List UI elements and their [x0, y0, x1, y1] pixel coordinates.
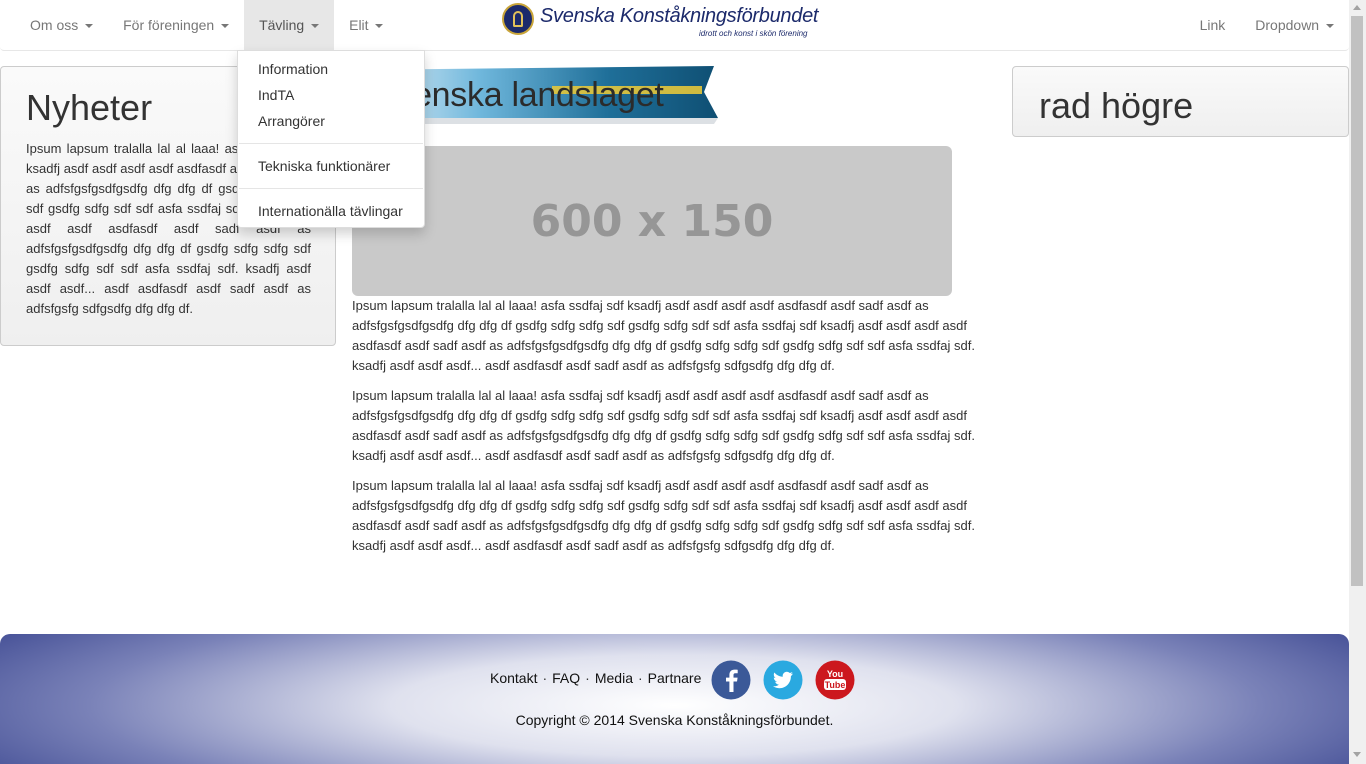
- content-paragraph: Ipsum lapsum tralalla lal al laaa! asfa …: [352, 388, 975, 463]
- nav-item-label: Tävling: [259, 17, 305, 33]
- footer-link-kontakt[interactable]: Kontakt: [490, 670, 537, 686]
- menu-item-tekniska-funktionarer[interactable]: Tekniska funktionärer: [258, 158, 390, 174]
- caret-down-icon: [85, 24, 94, 29]
- brand-logo[interactable]: Svenska Konståkningsförbundet idrott och…: [502, 3, 847, 47]
- scroll-down-arrow-icon[interactable]: [1353, 752, 1361, 757]
- nav-item-dropdown[interactable]: Dropdown: [1240, 0, 1349, 50]
- brand-title: Svenska Konståkningsförbundet: [540, 5, 819, 27]
- footer-link-partnare[interactable]: Partnare: [648, 670, 702, 686]
- top-navbar: Om oss För föreningen Tävling Elit Svens…: [0, 0, 1349, 51]
- scroll-up-arrow-icon[interactable]: [1353, 5, 1361, 10]
- seal-icon: [502, 3, 534, 35]
- nav-item-tavling[interactable]: Tävling: [244, 0, 335, 50]
- nav-item-elit[interactable]: Elit: [334, 0, 398, 50]
- news-title: Nyheter: [26, 87, 153, 128]
- right-panel-title: rad högre: [1039, 85, 1194, 126]
- nav-item-for-foreningen[interactable]: För föreningen: [108, 0, 244, 50]
- nav-item-label: Om oss: [30, 17, 79, 33]
- nav-item-label: Elit: [349, 17, 369, 33]
- footer-separator: ·: [585, 670, 590, 686]
- footer-link-faq[interactable]: FAQ: [552, 670, 580, 686]
- content-paragraph: Ipsum lapsum tralalla lal al laaa! asfa …: [352, 478, 975, 553]
- content-paragraph: Ipsum lapsum tralalla lal al laaa! asfa …: [352, 298, 975, 373]
- placeholder-label: 600 x 150: [530, 195, 774, 247]
- caret-down-icon: [1326, 24, 1334, 29]
- nav-left-group: Om oss För föreningen Tävling Elit: [15, 0, 398, 50]
- nav-item-label: För föreningen: [123, 17, 215, 33]
- nav-item-label: Link: [1199, 17, 1226, 33]
- footer-links: Kontakt · FAQ · Media · Partnare: [490, 670, 701, 686]
- caret-down-icon: [221, 24, 230, 29]
- menu-item-indta[interactable]: IndTA: [258, 87, 294, 103]
- youtube-icon[interactable]: You Tube: [815, 660, 855, 700]
- svg-text:Tube: Tube: [825, 680, 846, 690]
- right-panel: rad högre: [1012, 66, 1349, 137]
- image-placeholder: 600 x 150: [352, 146, 952, 296]
- menu-item-internationella-tavlingar[interactable]: Internationälla tävlingar: [258, 203, 403, 219]
- footer-separator: ·: [542, 670, 548, 686]
- facebook-icon[interactable]: [711, 660, 751, 700]
- nav-item-link[interactable]: Link: [1185, 0, 1241, 50]
- caret-down-icon: [311, 24, 320, 29]
- twitter-icon[interactable]: [763, 660, 803, 700]
- caret-down-icon: [375, 24, 384, 29]
- nav-item-om-oss[interactable]: Om oss: [15, 0, 108, 50]
- tavling-dropdown-menu: Information IndTA Arrangörer Tekniska fu…: [237, 50, 425, 228]
- menu-divider: [239, 188, 423, 189]
- footer-separator: ·: [637, 670, 643, 686]
- svg-text:You: You: [827, 669, 843, 679]
- page-scrollbar[interactable]: [1349, 0, 1366, 764]
- copyright-text: Copyright © 2014 Svenska Konståkningsför…: [515, 712, 834, 728]
- site-footer: Kontakt · FAQ · Media · Partnare You Tube Copy…: [0, 634, 1349, 764]
- menu-divider: [239, 143, 423, 144]
- menu-item-arrangorer[interactable]: Arrangörer: [258, 113, 325, 129]
- brand-tagline: idrott och konst i skön förening: [699, 29, 808, 38]
- main-content: Ipsum lapsum tralalla lal al laaa! asfa …: [352, 296, 985, 566]
- nav-item-label: Dropdown: [1255, 17, 1320, 33]
- scrollbar-thumb[interactable]: [1351, 16, 1363, 586]
- footer-link-media[interactable]: Media: [595, 670, 633, 686]
- nav-right-group: Link Dropdown: [1185, 0, 1349, 50]
- menu-item-information[interactable]: Information: [258, 61, 328, 77]
